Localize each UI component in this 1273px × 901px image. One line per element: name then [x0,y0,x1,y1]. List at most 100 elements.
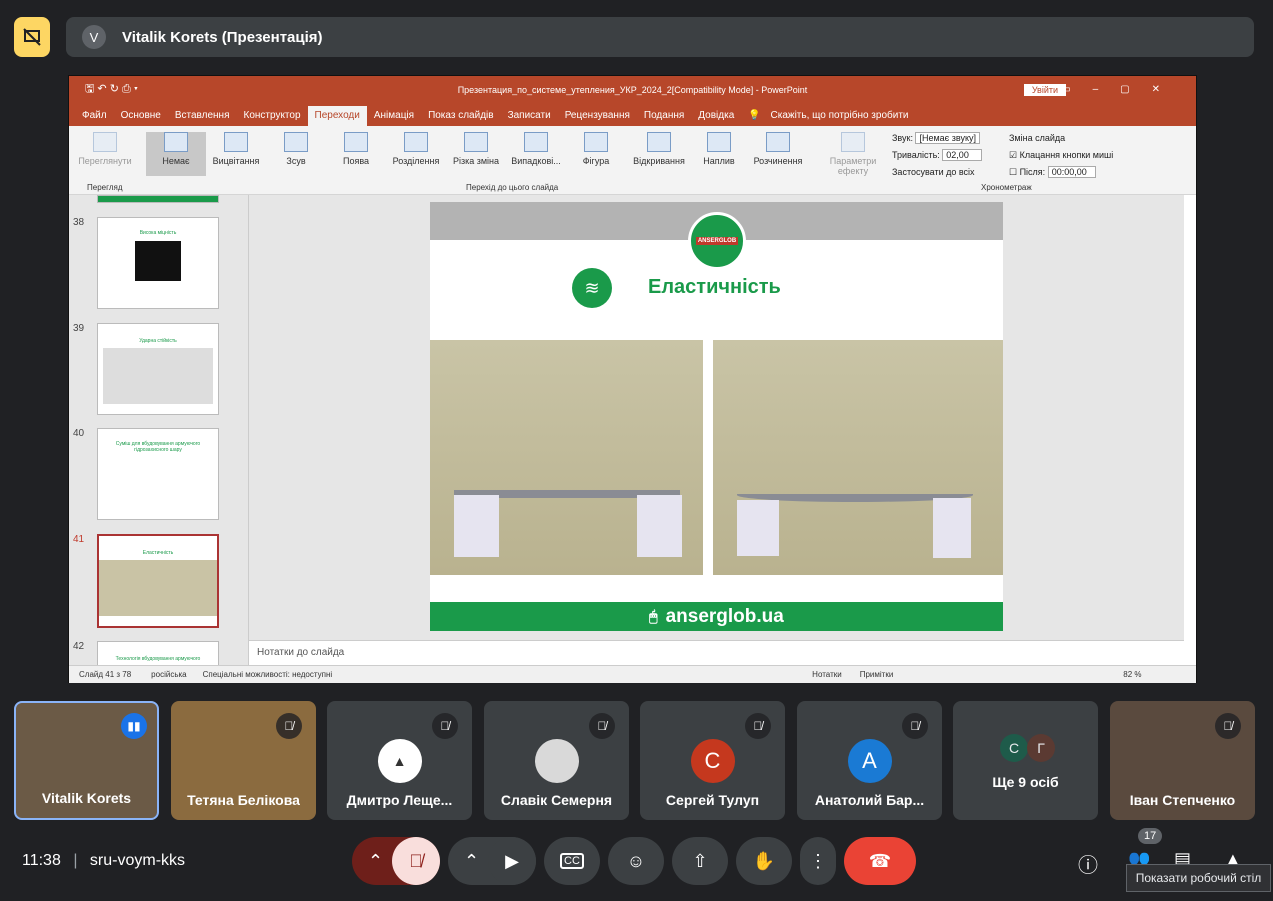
sound-select[interactable]: [Немає звуку] [915,132,981,144]
meeting-code: sru-voym-kks [89,852,186,869]
tile-ivan[interactable]: 🎙̸ Іван Степченко [1110,701,1255,820]
thumb-41-selected[interactable]: Еластичність [97,534,219,628]
presentation-indicator[interactable] [14,17,50,57]
mic-toggle-button[interactable]: 🎙̸ [392,837,440,885]
thumb-38[interactable]: Висока міцність [97,217,219,309]
tell-me-text: Скажіть, що потрібно зробити [770,110,909,121]
transition-shape[interactable]: Фігура [566,132,626,176]
info-icon[interactable]: ⓘ [1078,849,1098,878]
transition-reveal[interactable]: Відкривання [626,132,692,176]
tab-animations[interactable]: Анімація [367,106,421,126]
transition-split[interactable]: Розділення [386,132,446,176]
transition-dissolve[interactable]: Розчинення [746,132,810,176]
transition-cover[interactable]: Наплив [692,132,746,176]
tile-sergey[interactable]: 🎙̸ С Сергей Тулуп [640,701,785,820]
thumb-40[interactable]: Суміш для вбудовування армуючого гідроза… [97,428,219,520]
sound-label: Звук: [892,133,913,143]
slide-thumbnails[interactable]: 38 Висока міцність 39 Ударна стійкість 4… [69,195,249,665]
timing-group-label: Хронометраж [981,183,1032,192]
more-vert-icon: ⋮ [809,850,827,871]
transition-icon [647,132,671,152]
transition-fade[interactable]: Вицвітання [206,132,266,176]
block-left [454,495,499,557]
transition-push[interactable]: Зсув [266,132,326,176]
tab-review[interactable]: Рецензування [558,106,637,126]
chevron-up-icon[interactable]: ⌃ [464,851,479,872]
raise-hand-button[interactable]: ✋ [736,837,792,885]
status-language[interactable]: російська [151,670,186,679]
transition-label: Наплив [703,156,735,166]
comments-button[interactable]: Примітки [860,670,894,679]
tab-file[interactable]: Файл [75,106,114,126]
transition-random[interactable]: Випадкові... [506,132,566,176]
transition-cut[interactable]: Різка зміна [446,132,506,176]
tile-slavik[interactable]: 🎙̸ Славік Семерня [484,701,629,820]
tab-design[interactable]: Конструктор [237,106,308,126]
on-click-checkbox[interactable]: Клацання кнопки миші [1020,150,1114,160]
tile-anatoliy[interactable]: 🎙̸ А Анатолий Бар... [797,701,942,820]
transition-none[interactable]: Немає [146,132,206,176]
tab-transitions[interactable]: Переходи [307,106,367,126]
more-options-button[interactable]: ⋮ [800,837,836,885]
avatar-small: Г [1027,734,1055,762]
transition-wipe[interactable]: Поява [326,132,386,176]
transition-label: Різка зміна [452,156,500,166]
camera-button[interactable]: ▶ [488,837,536,885]
mic-off-icon: 🎙̸ [432,713,458,739]
tab-record[interactable]: Записати [501,106,558,126]
tile-tetyana[interactable]: 🎙̸ Тетяна Белікова [171,701,316,820]
tab-home[interactable]: Основне [114,106,168,126]
participant-name: Іван Степченко [1129,792,1236,808]
transition-label: Поява [342,156,370,166]
thumb-37[interactable] [97,195,219,203]
avatar-small: С [1000,734,1028,762]
tile-dmytro[interactable]: 🎙̸ ▲ Дмитро Леще... [327,701,472,820]
transition-label: Немає [162,156,190,166]
window-controls[interactable]: ▭–▢✕ [1061,84,1182,95]
participant-name: Дмитро Леще... [346,792,453,808]
quick-access-icons[interactable]: 🖫 ↶ ↻ ⎙ ▾ [85,80,138,99]
ppt-titlebar: 🖫 ↶ ↻ ⎙ ▾ Презентация_по_системе_утеплен… [69,76,1196,103]
after-input[interactable]: 00:00,00 [1047,166,1096,178]
transition-icon [164,132,188,152]
thumb-39[interactable]: Ударна стійкість [97,323,219,415]
tile-more-people[interactable]: С Г Ще 9 осіб [953,701,1098,820]
apply-all-button[interactable]: Застосувати до всіх [892,164,982,181]
signin-button[interactable]: Увійти [1023,83,1066,96]
tile-vitalik[interactable]: ▮▮ Vitalik Korets [14,701,159,820]
participant-name: Анатолий Бар... [814,792,925,808]
current-slide[interactable]: ANSERGLOB ≋ Еластичність 🖱 anserglob.ua [430,202,1003,631]
after-checkbox[interactable]: Після: [1020,167,1046,177]
block-right [933,498,971,558]
transition-icon [464,132,488,152]
thumb-image [103,348,213,404]
captions-button[interactable]: CC [544,837,600,885]
duration-input[interactable]: 02,00 [942,149,982,161]
present-button[interactable]: ⇧ [672,837,728,885]
ribbon-tabs: Файл Основне Вставлення Конструктор Пере… [69,103,1196,126]
thumb-image [135,241,181,281]
thumb-number: 42 [73,641,85,652]
screen-share-off-icon [23,28,41,46]
effect-options-button[interactable]: Параметри ефекту [827,132,879,176]
tell-me[interactable]: 💡 Скажіть, що потрібно зробити [741,106,922,126]
leave-call-button[interactable]: ☎ [844,837,916,885]
tab-slideshow[interactable]: Показ слайдів [421,106,501,126]
thumb-image [99,560,217,616]
tab-view[interactable]: Подання [637,106,691,126]
preview-button[interactable]: Переглянути [77,132,133,176]
status-accessibility[interactable]: Спеціальні можливості: недоступні [203,670,333,679]
thumb-title: Висока міцність [139,230,177,236]
reactions-button[interactable]: ☺ [608,837,664,885]
zoom-level[interactable]: 82 % [1123,670,1141,679]
chevron-up-icon[interactable]: ⌃ [368,851,383,872]
notes-pane[interactable]: Нотатки до слайда [249,640,1184,665]
notes-button[interactable]: Нотатки [812,670,842,679]
thumb-number: 41 [73,534,85,545]
thumb-42[interactable]: Технологія вбудовування армуючого [97,641,219,665]
tooltip-show-desktop: Показати робочий стіл [1126,864,1271,892]
thumb-title: Ударна стійкість [139,338,177,344]
tab-help[interactable]: Довідка [691,106,741,126]
tab-insert[interactable]: Вставлення [168,106,237,126]
advance-panel: Зміна слайда ☑ Клацання кнопки миші ☐ Пі… [1009,130,1113,181]
